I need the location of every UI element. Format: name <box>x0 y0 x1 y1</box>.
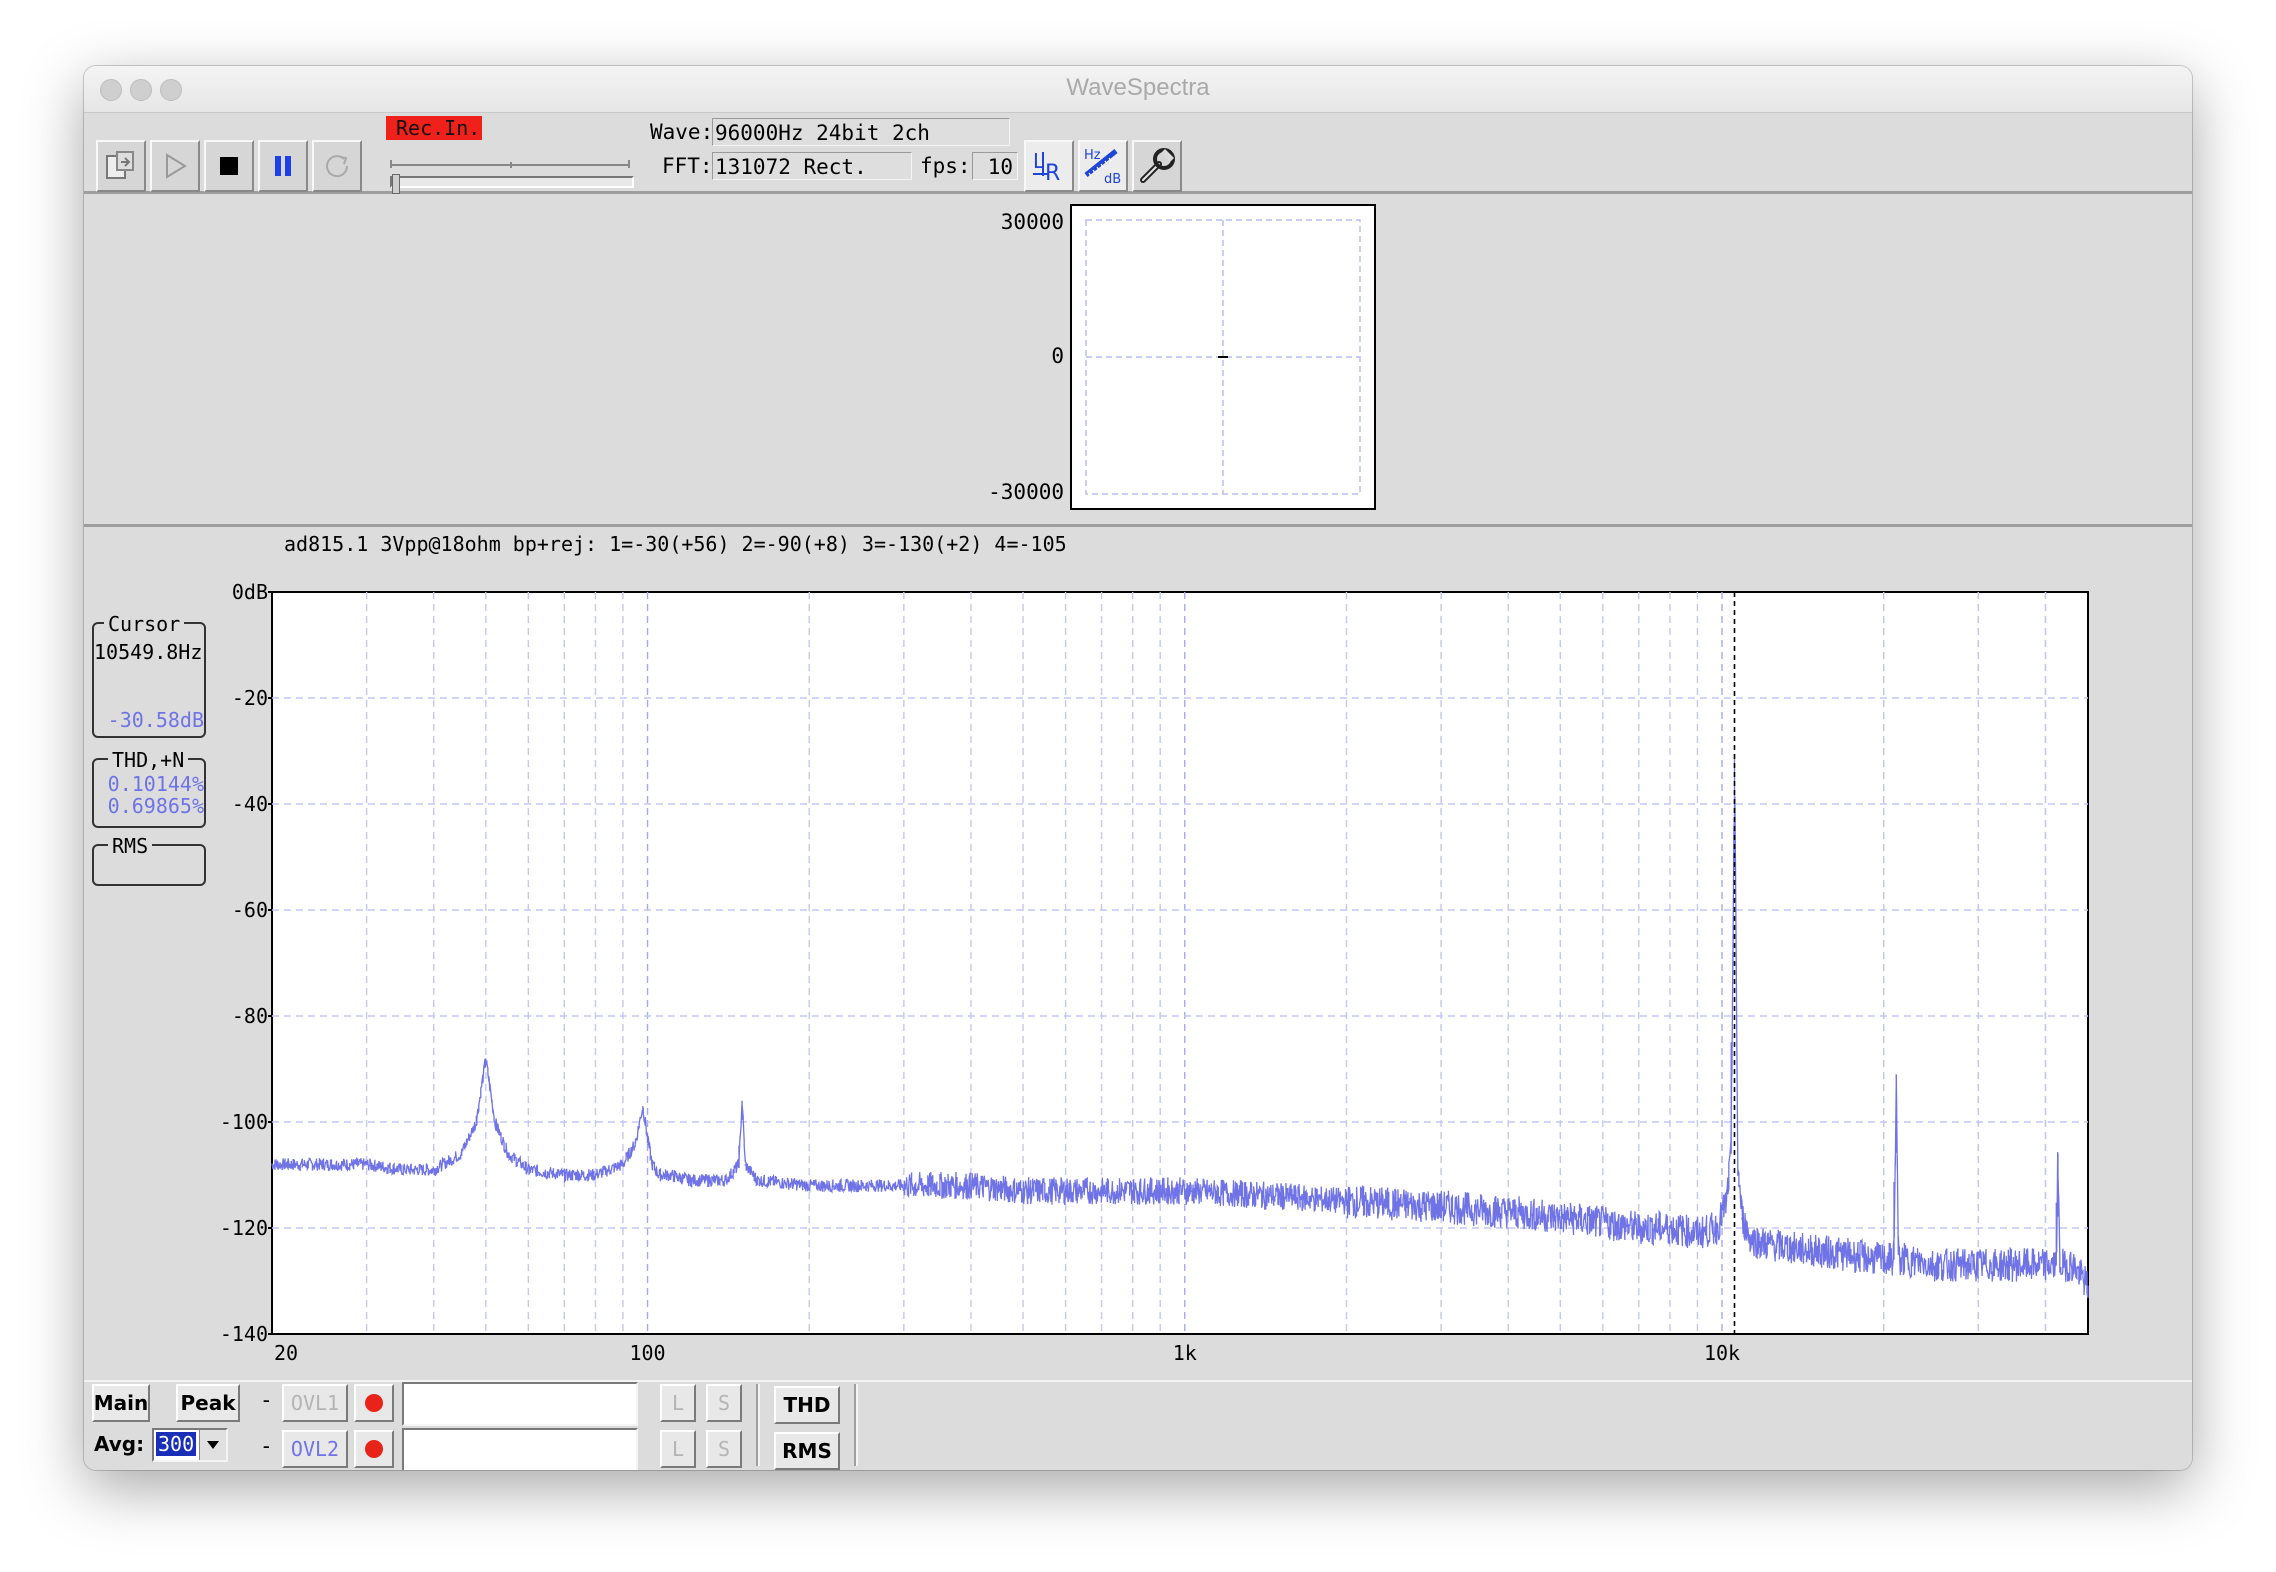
bottom-bar <box>84 1380 2192 1470</box>
x-tick-label: 1k <box>1173 1341 1197 1365</box>
pause-icon <box>275 156 291 176</box>
y-tick-label: -120 <box>220 1216 268 1240</box>
ovl1-save-button[interactable]: S <box>706 1384 742 1422</box>
rec-in-badge: Rec.In. <box>386 116 482 140</box>
fft-label: FFT: <box>662 154 713 178</box>
export-button[interactable] <box>96 140 146 192</box>
avg-label: Avg: <box>94 1432 145 1456</box>
lissajous-y-top-label: 30000 <box>1000 210 1064 234</box>
loop-button[interactable] <box>312 140 362 192</box>
y-tick-label: -80 <box>232 1004 268 1028</box>
ovl2-separator: - <box>260 1434 273 1458</box>
rms-button[interactable]: RMS <box>774 1432 840 1470</box>
ovl1-load-button[interactable]: L <box>660 1384 696 1422</box>
stop-button[interactable] <box>204 140 254 192</box>
rec-level-slider-thumb[interactable] <box>392 174 400 194</box>
export-icon <box>106 151 134 179</box>
window-title: WaveSpectra <box>1066 74 1210 101</box>
ovl2-name-field[interactable] <box>402 1428 638 1470</box>
settings-wrench-icon <box>1140 148 1175 183</box>
lr-button[interactable]: L R <box>1024 140 1074 192</box>
chevron-down-icon[interactable] <box>199 1430 226 1460</box>
y-tick-label: 0dB <box>232 580 268 604</box>
rec-in-label: Rec.In. <box>396 116 481 140</box>
fft-setting-field[interactable]: 131072 Rect. <box>712 152 912 180</box>
avg-select-value: 300 <box>156 1432 197 1456</box>
ovl1-button[interactable]: OVL1 <box>282 1384 348 1422</box>
settings-button[interactable] <box>1132 140 1182 192</box>
fps-field[interactable]: 10 <box>972 152 1018 180</box>
ovl2-record-button[interactable] <box>354 1430 394 1468</box>
lissajous-y-mid-label: 0 <box>1051 344 1064 368</box>
hz-db-button[interactable]: Hz dB <box>1078 140 1128 192</box>
ovl1-separator: - <box>260 1388 273 1412</box>
y-tick-label: -100 <box>220 1110 268 1134</box>
main-button[interactable]: Main <box>92 1384 150 1422</box>
ovl2-load-button[interactable]: L <box>660 1430 696 1468</box>
y-tick-label: -60 <box>232 898 268 922</box>
y-tick-label: -20 <box>232 686 268 710</box>
avg-select[interactable]: 300 <box>152 1428 228 1462</box>
y-tick-label: -140 <box>220 1322 268 1346</box>
lissajous-y-bottom-label: -30000 <box>988 480 1064 504</box>
ovl1-record-button[interactable] <box>354 1384 394 1422</box>
x-tick-label: 10k <box>1704 1341 1740 1365</box>
play-icon <box>166 153 187 179</box>
bottom-divider <box>854 1384 858 1466</box>
pause-button[interactable] <box>258 140 308 192</box>
thd-button[interactable]: THD <box>774 1386 840 1424</box>
ovl1-name-field[interactable] <box>402 1382 638 1426</box>
record-dot-icon <box>365 1394 383 1412</box>
rec-scale-tick <box>390 160 392 168</box>
wave-format-field: 96000Hz 24bit 2ch <box>712 118 1010 146</box>
loop-icon <box>326 155 349 178</box>
x-tick-label: 100 <box>629 1341 665 1365</box>
ovl2-save-button[interactable]: S <box>706 1430 742 1468</box>
plot-area[interactable] <box>271 591 2089 1335</box>
spectrum-chart[interactable]: 0dB -20 -40 -60 -80 -100 -120 -14020 100 1k 10k <box>84 528 2192 1408</box>
rec-scale-tick <box>628 160 630 168</box>
x-tick-label: 20 <box>274 1341 298 1365</box>
ovl2-button[interactable]: OVL2 <box>282 1430 348 1468</box>
rec-level-slider[interactable] <box>390 174 634 194</box>
lr-icon: L R <box>1033 149 1060 186</box>
play-button[interactable] <box>150 140 200 192</box>
y-tick-label: -40 <box>232 792 268 816</box>
app-window: WaveSpectra Rec.In. Wave: 96000Hz 24bit … <box>84 66 2192 1470</box>
title-bar: WaveSpectra <box>84 66 2192 113</box>
svg-text:dB: dB <box>1104 172 1121 187</box>
stop-icon <box>220 157 238 175</box>
fps-label: fps: <box>920 154 971 178</box>
peak-button[interactable]: Peak <box>176 1384 240 1422</box>
hz-db-icon: Hz dB <box>1084 148 1121 187</box>
lissajous-plot <box>1070 204 1376 510</box>
wave-label: Wave: <box>650 120 714 144</box>
svg-text:Hz: Hz <box>1084 148 1101 163</box>
rec-scale-tick <box>510 162 512 168</box>
bottom-divider <box>756 1384 760 1466</box>
record-dot-icon <box>365 1440 383 1458</box>
